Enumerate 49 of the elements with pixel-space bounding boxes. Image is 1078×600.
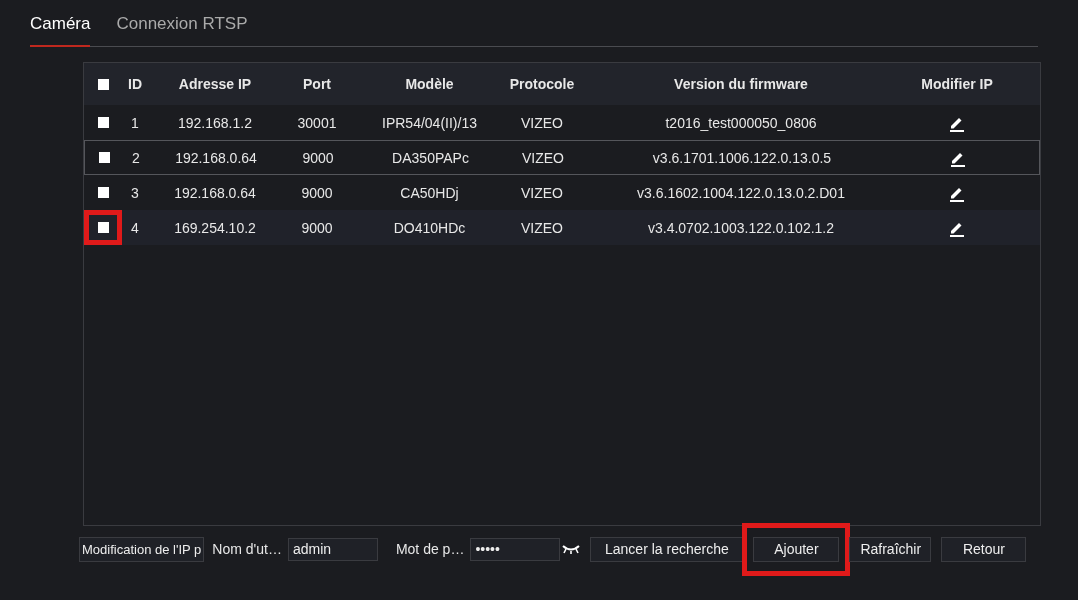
password-field[interactable]: ••••• [470, 537, 561, 561]
table-cell: 9000 [301, 219, 333, 236]
password-label: Mot de p… [395, 541, 465, 557]
table-cell: t2016_test000050_0806 [665, 114, 817, 131]
table-cell: VIZEO [521, 219, 563, 236]
checkbox[interactable] [97, 117, 109, 128]
table-cell: 3 [131, 184, 139, 201]
checkbox[interactable] [97, 222, 109, 233]
table-cell: DA350PAPc [392, 149, 469, 166]
table-cell: 192.168.1.2 [178, 114, 252, 131]
table-cell: 1 [131, 114, 139, 131]
table-cell: 192.168.0.64 [174, 184, 256, 201]
table-cell: 30001 [297, 114, 337, 131]
checkbox[interactable] [98, 152, 110, 163]
column-header: Adresse IP [178, 76, 252, 92]
table-cell: 9000 [301, 184, 333, 201]
button[interactable]: Lancer la recherche [590, 536, 744, 562]
table-cell: VIZEO [522, 149, 564, 166]
tab[interactable]: Caméra [30, 10, 91, 47]
button[interactable]: Ajouter [753, 536, 840, 562]
table-cell: DO410HDc [393, 219, 466, 236]
table-cell: v3.4.0702.1003.122.0.102.1.2 [647, 219, 835, 236]
button[interactable]: Retour [941, 536, 1027, 562]
table-cell: IPR54/04(II)/13 [382, 114, 477, 131]
mode-button[interactable]: Modification de l'IP p [79, 536, 205, 562]
table-cell: CA50HDj [400, 184, 459, 201]
column-header: ID [128, 76, 142, 92]
table-cell: VIZEO [521, 184, 563, 201]
checkbox[interactable] [97, 78, 109, 90]
table-cell: 192.168.0.64 [175, 149, 257, 166]
table-cell: VIZEO [521, 114, 563, 131]
table-cell: 9000 [302, 149, 334, 166]
username-label: Nom d'ut… [212, 541, 282, 557]
column-header: Port [303, 76, 331, 92]
tab[interactable]: Connexion RTSP [116, 10, 248, 45]
column-header: Modèle [405, 76, 454, 92]
username-field[interactable]: admin [287, 537, 378, 561]
column-header: Version du firmware [674, 76, 808, 92]
table-cell: v3.6.1602.1004.122.0.13.0.2.D01 [637, 184, 845, 201]
table-cell: 169.254.10.2 [174, 219, 256, 236]
table-cell: v3.6.1701.1006.122.0.13.0.5 [652, 149, 832, 166]
checkbox[interactable] [97, 187, 109, 198]
button[interactable]: Rafraîchir [849, 536, 932, 562]
table-row[interactable]: 2 192.168.0.64 9000 DA350PAPc VIZEO v3.6.1701.1006.122.0.13.0.5 [84, 140, 1040, 175]
column-header: Protocole [509, 76, 575, 92]
column-header: Modifier IP [921, 76, 993, 92]
table-cell: 2 [132, 149, 140, 166]
table-cell: 4 [131, 219, 139, 236]
eye-closed-icon[interactable] [562, 544, 581, 554]
